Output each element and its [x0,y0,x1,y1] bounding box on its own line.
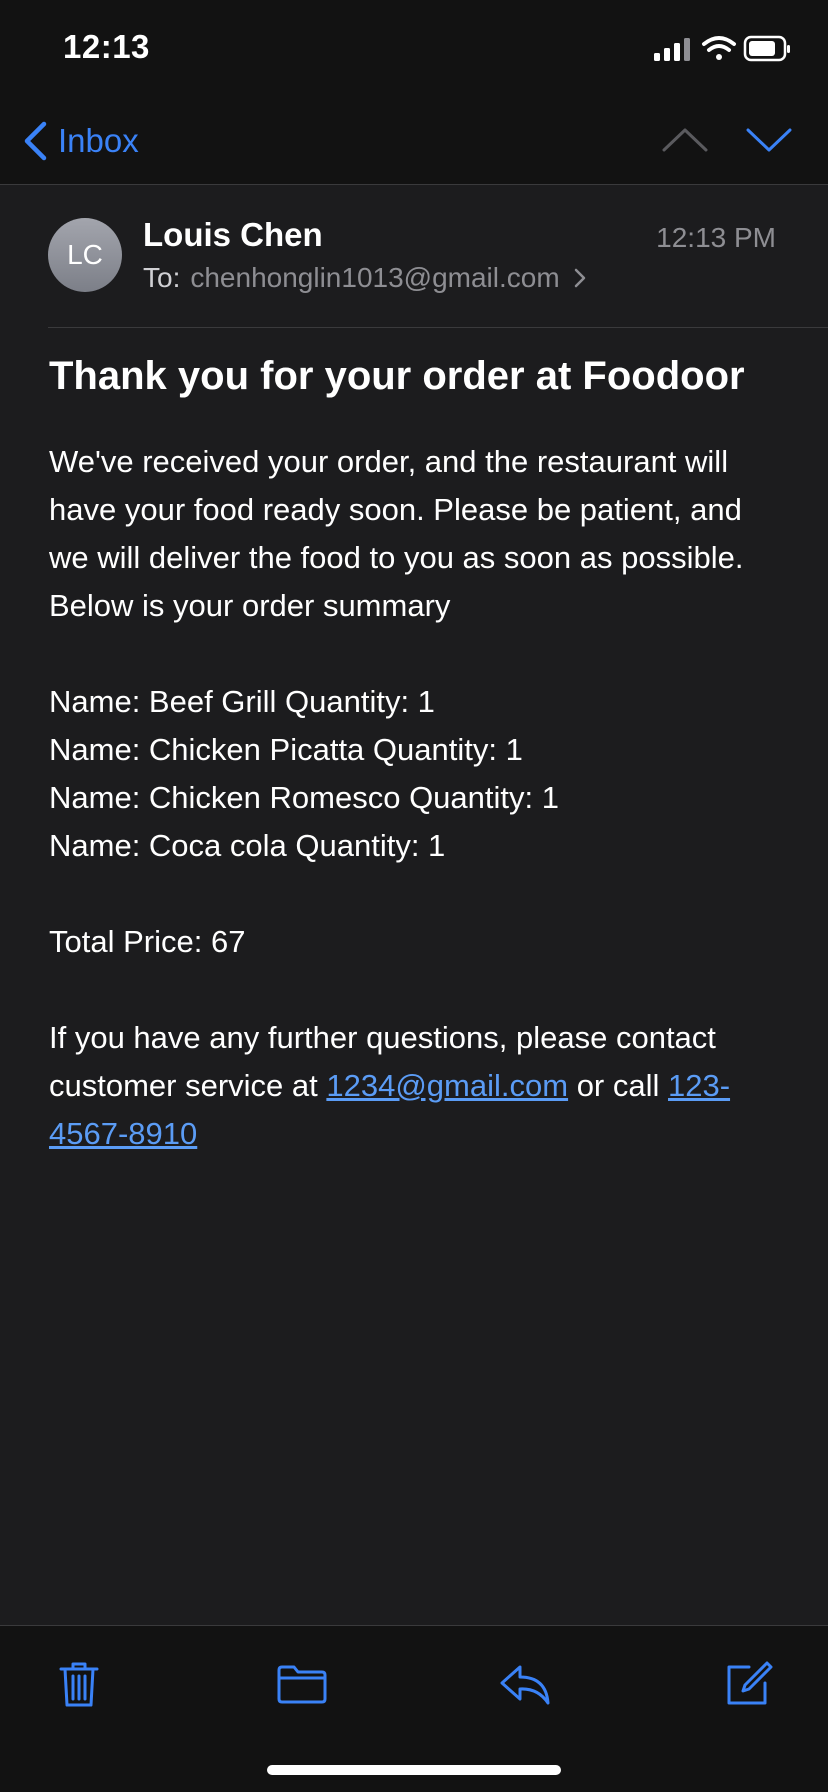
chevron-left-icon [24,121,47,161]
recipient-address: chenhonglin1013@gmail.com [190,262,560,293]
battery-icon [743,35,790,62]
order-items: Name: Beef Grill Quantity: 1 Name: Chick… [49,678,789,870]
trash-icon [59,1662,99,1707]
home-indicator[interactable] [267,1765,561,1775]
order-item: Name: Beef Grill Quantity: 1 [49,684,435,719]
back-label: Inbox [58,122,139,159]
email-subject: Thank you for your order at Foodoor [49,354,745,398]
order-item: Name: Chicken Picatta Quantity: 1 [49,732,523,767]
total-price: Total Price: 67 [49,924,246,959]
sent-time: 12:13 PM [656,222,776,253]
chevron-up-icon [662,128,708,152]
cellular-signal-icon [654,38,690,61]
recipient-row[interactable]: To: chenhonglin1013@gmail.com [143,262,586,294]
contact-paragraph: If you have any further questions, pleas… [49,1014,789,1158]
header-divider [48,327,828,328]
wifi-icon [702,36,736,60]
email-body: Thank you for your order at Foodoor We'v… [49,348,789,1158]
move-to-folder-button[interactable] [274,1656,330,1712]
status-time: 12:13 [63,28,150,65]
order-item: Name: Chicken Romesco Quantity: 1 [49,780,559,815]
order-item: Name: Coca cola Quantity: 1 [49,828,446,863]
top-divider [0,184,828,185]
compose-icon [727,1661,773,1705]
contact-email-link[interactable]: 1234@gmail.com [326,1068,568,1103]
contact-mid: or call [568,1068,668,1103]
reply-icon [500,1665,550,1705]
sender-name[interactable]: Louis Chen [143,216,323,254]
sender-avatar[interactable]: LC [48,218,122,292]
top-bar: 12:13 Inbox [0,0,828,184]
reply-button[interactable] [497,1656,553,1712]
to-label: To: [143,262,181,293]
folder-icon [277,1665,327,1704]
compose-button[interactable] [720,1656,776,1712]
trash-button[interactable] [51,1656,107,1712]
back-to-inbox-button[interactable]: Inbox [22,118,139,164]
previous-message-button[interactable] [660,120,710,160]
chevron-down-icon [746,128,792,152]
status-icons [652,34,792,64]
next-message-button[interactable] [744,120,794,160]
intro-paragraph: We've received your order, and the resta… [49,444,744,623]
chevron-right-icon [574,268,585,288]
